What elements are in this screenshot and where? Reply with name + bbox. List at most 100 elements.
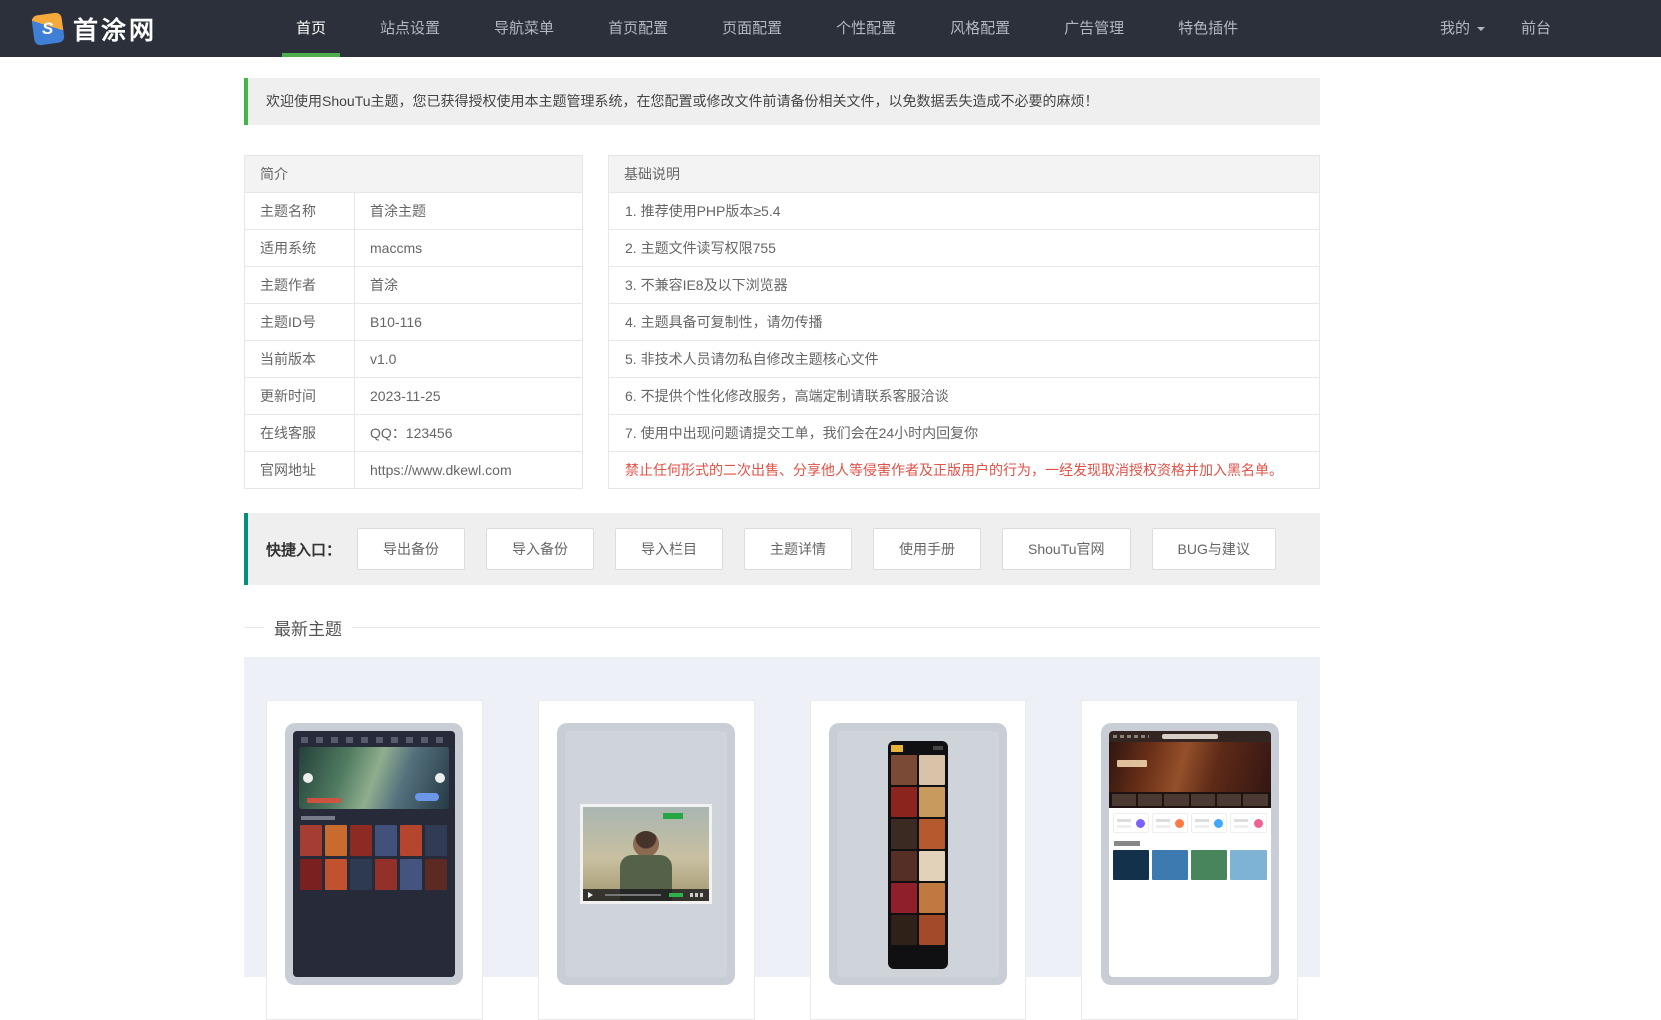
nav-item-7[interactable]: 风格配置: [923, 0, 1037, 57]
top-navbar: S 首涂网 首页 站点设置 导航菜单 首页配置 页面配置 个性配置 风格配置 广告管理 特色插件…: [0, 0, 1661, 57]
theme-preview-art: [633, 831, 660, 857]
theme-preview-art: [1109, 808, 1271, 838]
intro-row-value: maccms: [354, 229, 583, 267]
quick-entry-label: 快捷入口：: [266, 541, 342, 559]
welcome-alert-text: 欢迎使用ShouTu主题，您已获得授权使用本主题管理系统，在您配置或修改文件前请…: [266, 93, 1099, 109]
theme-preview-art: [375, 859, 398, 890]
notes-table: 基础说明 1. 推荐使用PHP版本≥5.4 2. 主题文件读写权限755 3. 不兼…: [608, 155, 1320, 489]
nav-item-8[interactable]: 广告管理: [1037, 0, 1151, 57]
intro-row-label: 在线客服: [244, 414, 355, 452]
nav-right-item-2[interactable]: 前台: [1521, 0, 1551, 57]
theme-preview-art: [1191, 813, 1228, 833]
notes-row-6: 6. 不提供个性化修改服务，高端定制请联系客服洽谈: [608, 377, 1320, 415]
theme-card-2[interactable]: [537, 700, 755, 1020]
theme-preview-art: [307, 798, 342, 803]
intro-table-title: 简介: [244, 155, 583, 193]
intro-row-label: 当前版本: [244, 340, 355, 378]
theme-card-1[interactable]: [266, 700, 483, 1020]
quick-button-5[interactable]: 使用手册: [873, 528, 982, 570]
theme-preview-art: [1151, 813, 1189, 833]
quick-button-6[interactable]: ShouTu官网: [1002, 528, 1131, 570]
theme-preview-art: [1161, 734, 1218, 739]
theme-preview-art: [1216, 794, 1242, 806]
theme-preview-art: [425, 825, 448, 856]
theme-preview-art: [918, 883, 945, 913]
theme-preview-art: [1112, 735, 1149, 738]
theme-preview-art: [890, 883, 917, 913]
theme-preview-art: [1243, 794, 1268, 806]
nav-item-4[interactable]: 首页配置: [581, 0, 695, 57]
heading-line-right: [352, 627, 1320, 628]
theme-preview-art: [583, 889, 710, 901]
theme-preview-art: [1151, 850, 1189, 880]
intro-row-label: 主题名称: [244, 192, 355, 230]
theme-preview-art: [890, 745, 945, 752]
theme-preview-art: [375, 825, 398, 856]
theme-preview-image: [565, 731, 728, 977]
notes-row-5: 5. 非技术人员请勿私自修改主题核心文件: [608, 340, 1320, 378]
theme-preview-art: [325, 825, 348, 856]
intro-row-value: 首涂: [354, 266, 583, 304]
intro-row-6: 更新时间 2023-11-25: [244, 377, 583, 415]
logo-icon: S: [31, 11, 65, 46]
theme-preview-image: [1108, 731, 1271, 977]
theme-preview-art: [1108, 792, 1271, 808]
theme-preview-art: [1116, 760, 1147, 767]
theme-preview-art: [350, 825, 373, 856]
quick-button-3[interactable]: 导入栏目: [615, 528, 724, 570]
quick-entry-bar: 快捷入口： 导出备份 导入备份 导入栏目 主题详情 使用手册 ShouTu官网 BUG与建议: [244, 513, 1320, 585]
nav-item-1[interactable]: 首页: [269, 0, 353, 57]
nav-item-5[interactable]: 页面配置: [695, 0, 809, 57]
theme-preview-art: [669, 893, 684, 897]
nav-item-9[interactable]: 特色插件: [1151, 0, 1265, 57]
theme-preview-art: [425, 859, 448, 890]
theme-preview-art: [1137, 794, 1163, 806]
theme-preview-art: [918, 787, 945, 817]
nav-item-2[interactable]: 站点设置: [353, 0, 467, 57]
theme-preview-art: [918, 819, 945, 849]
nav-right: 我的 前台: [1440, 0, 1551, 57]
intro-row-value: QQ：123456: [354, 414, 583, 452]
license-warning-row: 禁止任何形式的二次出售、分享他人等侵害作者及正版用户的行为，一经发现取消授权资格…: [608, 451, 1320, 489]
chevron-down-icon: [1476, 27, 1485, 35]
notes-row-text: 4. 主题具备可复制性，请勿传播: [608, 303, 1320, 341]
theme-preview-art: [1108, 742, 1271, 792]
theme-preview-art: [588, 892, 596, 898]
theme-preview-art: [1109, 850, 1271, 880]
quick-button-2[interactable]: 导入备份: [486, 528, 595, 570]
intro-row-label: 适用系统: [244, 229, 355, 267]
logo-text: 首涂网: [73, 16, 158, 45]
quick-button-4[interactable]: 主题详情: [744, 528, 853, 570]
theme-preview-art: [1112, 813, 1149, 833]
notes-row-text: 7. 使用中出现问题请提交工单，我们会在24小时内回复你: [608, 414, 1320, 452]
nav-item-6[interactable]: 个性配置: [809, 0, 923, 57]
theme-card-3[interactable]: [809, 700, 1027, 1020]
intro-row-5: 当前版本 v1.0: [244, 340, 583, 378]
theme-card-4[interactable]: [1081, 700, 1298, 1020]
theme-preview-frame: [828, 723, 1007, 985]
intro-row-label: 主题作者: [244, 266, 355, 304]
intro-row-1: 主题名称 首涂主题: [244, 192, 583, 230]
theme-preview-frame: [557, 723, 736, 985]
app-logo[interactable]: S 首涂网: [31, 11, 158, 47]
quick-button-7[interactable]: BUG与建议: [1151, 528, 1276, 570]
nav-item-3[interactable]: 导航菜单: [467, 0, 581, 57]
nav-right-item-1[interactable]: 我的: [1440, 0, 1485, 57]
theme-preview-art: [918, 755, 945, 785]
theme-preview-art: [301, 816, 336, 820]
notes-row-7: 7. 使用中出现问题请提交工单，我们会在24小时内回复你: [608, 414, 1320, 452]
theme-preview-art: [605, 894, 662, 896]
theme-preview-art: [887, 741, 948, 969]
intro-row-label: 主题ID号: [244, 303, 355, 341]
theme-preview-frame: [285, 723, 464, 985]
theme-preview-art: [1230, 850, 1267, 880]
quick-entry-buttons: 导出备份 导入备份 导入栏目 主题详情 使用手册 ShouTu官网 BUG与建议: [357, 528, 1276, 570]
quick-button-1[interactable]: 导出备份: [357, 528, 466, 570]
intro-table: 简介 主题名称 首涂主题 适用系统 maccms 主题作者 首涂 主题ID号 B10-116 当…: [244, 155, 583, 489]
theme-preview-art: [890, 851, 917, 881]
theme-preview-art: [1112, 850, 1149, 880]
theme-preview-art: [299, 747, 450, 809]
latest-themes-grid: [244, 657, 1320, 1020]
heading-line-left: [244, 627, 264, 628]
intro-row-value: v1.0: [354, 340, 583, 378]
